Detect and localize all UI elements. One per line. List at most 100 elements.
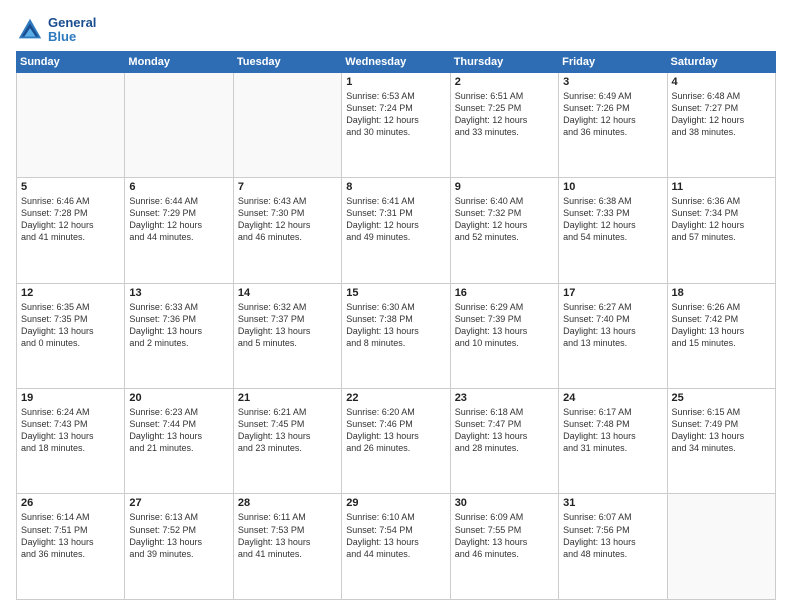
calendar-cell: 11Sunrise: 6:36 AM Sunset: 7:34 PM Dayli… bbox=[667, 178, 775, 283]
cell-info: Sunrise: 6:09 AM Sunset: 7:55 PM Dayligh… bbox=[455, 511, 554, 560]
calendar-cell: 20 Sunrise: 6:23 AM Sunset: 7:44 PM Dayli… bbox=[125, 389, 233, 494]
cell-info: Sunrise: 6:11 AM Sunset: 7:53 PM Dayligh… bbox=[238, 511, 337, 560]
cell-info: Sunrise: 6:14 AM Sunset: 7:51 PM Dayligh… bbox=[21, 511, 120, 560]
week-row-4: 19Sunrise: 6:24 AM Sunset: 7:43 PM Dayli… bbox=[17, 389, 776, 494]
cell-info: Sunrise: 6:10 AM Sunset: 7:54 PM Dayligh… bbox=[346, 511, 445, 560]
weekday-header-wednesday: Wednesday bbox=[342, 51, 450, 72]
logo: General Blue bbox=[16, 16, 96, 45]
weekday-header-monday: Monday bbox=[125, 51, 233, 72]
calendar-cell: 2Sunrise: 6:51 AM Sunset: 7:25 PM Daylig… bbox=[450, 72, 558, 177]
calendar-cell: 13 Sunrise: 6:33 AM Sunset: 7:36 PM Dayli… bbox=[125, 283, 233, 388]
page: General Blue SundayMondayTuesdayWednesda… bbox=[0, 0, 792, 612]
cell-info: Sunrise: 6:49 AM Sunset: 7:26 PM Dayligh… bbox=[563, 90, 662, 139]
day-number: 21 bbox=[238, 392, 337, 404]
cell-info: Sunrise: 6:35 AM Sunset: 7:35 PM Dayligh… bbox=[21, 301, 120, 350]
cell-info: Sunrise: 6:51 AM Sunset: 7:25 PM Dayligh… bbox=[455, 90, 554, 139]
calendar-cell: 4 Sunrise: 6:48 AM Sunset: 7:27 PM Daylig… bbox=[667, 72, 775, 177]
day-number: 30 bbox=[455, 497, 554, 509]
weekday-header-thursday: Thursday bbox=[450, 51, 558, 72]
calendar-cell: 23 Sunrise: 6:18 AM Sunset: 7:47 PM Dayli… bbox=[450, 389, 558, 494]
cell-info: Sunrise: 6:44 AM Sunset: 7:29 PM Dayligh… bbox=[129, 195, 228, 244]
cell-info: Sunrise: 6:13 AM Sunset: 7:52 PM Dayligh… bbox=[129, 511, 228, 560]
calendar-cell: 17 Sunrise: 6:27 AM Sunset: 7:40 PM Dayli… bbox=[559, 283, 667, 388]
day-number: 25 bbox=[672, 392, 771, 404]
day-number: 22 bbox=[346, 392, 445, 404]
cell-info: Sunrise: 6:41 AM Sunset: 7:31 PM Dayligh… bbox=[346, 195, 445, 244]
day-number: 19 bbox=[21, 392, 120, 404]
week-row-5: 26 Sunrise: 6:14 AM Sunset: 7:51 PM Dayli… bbox=[17, 494, 776, 600]
calendar-cell: 14Sunrise: 6:32 AM Sunset: 7:37 PM Dayli… bbox=[233, 283, 341, 388]
calendar-cell: 15Sunrise: 6:30 AM Sunset: 7:38 PM Dayli… bbox=[342, 283, 450, 388]
cell-info: Sunrise: 6:38 AM Sunset: 7:33 PM Dayligh… bbox=[563, 195, 662, 244]
calendar-cell: 19Sunrise: 6:24 AM Sunset: 7:43 PM Dayli… bbox=[17, 389, 125, 494]
weekday-header-row: SundayMondayTuesdayWednesdayThursdayFrid… bbox=[17, 51, 776, 72]
cell-info: Sunrise: 6:36 AM Sunset: 7:34 PM Dayligh… bbox=[672, 195, 771, 244]
cell-info: Sunrise: 6:18 AM Sunset: 7:47 PM Dayligh… bbox=[455, 406, 554, 455]
calendar-cell: 1 Sunrise: 6:53 AM Sunset: 7:24 PM Daylig… bbox=[342, 72, 450, 177]
day-number: 16 bbox=[455, 287, 554, 299]
cell-info: Sunrise: 6:46 AM Sunset: 7:28 PM Dayligh… bbox=[21, 195, 120, 244]
header: General Blue bbox=[16, 12, 776, 45]
cell-info: Sunrise: 6:23 AM Sunset: 7:44 PM Dayligh… bbox=[129, 406, 228, 455]
cell-info: Sunrise: 6:53 AM Sunset: 7:24 PM Dayligh… bbox=[346, 90, 445, 139]
calendar-cell: 16 Sunrise: 6:29 AM Sunset: 7:39 PM Dayli… bbox=[450, 283, 558, 388]
calendar-cell: 28 Sunrise: 6:11 AM Sunset: 7:53 PM Dayli… bbox=[233, 494, 341, 600]
day-number: 18 bbox=[672, 287, 771, 299]
day-number: 28 bbox=[238, 497, 337, 509]
calendar-cell bbox=[233, 72, 341, 177]
logo-text: General Blue bbox=[48, 16, 96, 45]
day-number: 23 bbox=[455, 392, 554, 404]
calendar-cell: 5 Sunrise: 6:46 AM Sunset: 7:28 PM Daylig… bbox=[17, 178, 125, 283]
cell-info: Sunrise: 6:15 AM Sunset: 7:49 PM Dayligh… bbox=[672, 406, 771, 455]
calendar-cell bbox=[17, 72, 125, 177]
calendar-cell: 25 Sunrise: 6:15 AM Sunset: 7:49 PM Dayli… bbox=[667, 389, 775, 494]
calendar-cell: 31 Sunrise: 6:07 AM Sunset: 7:56 PM Dayli… bbox=[559, 494, 667, 600]
weekday-header-sunday: Sunday bbox=[17, 51, 125, 72]
day-number: 24 bbox=[563, 392, 662, 404]
day-number: 6 bbox=[129, 181, 228, 193]
calendar-cell: 9Sunrise: 6:40 AM Sunset: 7:32 PM Daylig… bbox=[450, 178, 558, 283]
cell-info: Sunrise: 6:20 AM Sunset: 7:46 PM Dayligh… bbox=[346, 406, 445, 455]
calendar-cell bbox=[667, 494, 775, 600]
calendar-cell: 18Sunrise: 6:26 AM Sunset: 7:42 PM Dayli… bbox=[667, 283, 775, 388]
day-number: 9 bbox=[455, 181, 554, 193]
day-number: 31 bbox=[563, 497, 662, 509]
cell-info: Sunrise: 6:21 AM Sunset: 7:45 PM Dayligh… bbox=[238, 406, 337, 455]
cell-info: Sunrise: 6:43 AM Sunset: 7:30 PM Dayligh… bbox=[238, 195, 337, 244]
calendar-cell: 22 Sunrise: 6:20 AM Sunset: 7:46 PM Dayli… bbox=[342, 389, 450, 494]
calendar-cell: 21 Sunrise: 6:21 AM Sunset: 7:45 PM Dayli… bbox=[233, 389, 341, 494]
calendar-cell: 8 Sunrise: 6:41 AM Sunset: 7:31 PM Daylig… bbox=[342, 178, 450, 283]
calendar-cell: 3Sunrise: 6:49 AM Sunset: 7:26 PM Daylig… bbox=[559, 72, 667, 177]
cell-info: Sunrise: 6:32 AM Sunset: 7:37 PM Dayligh… bbox=[238, 301, 337, 350]
day-number: 29 bbox=[346, 497, 445, 509]
day-number: 13 bbox=[129, 287, 228, 299]
weekday-header-friday: Friday bbox=[559, 51, 667, 72]
day-number: 4 bbox=[672, 76, 771, 88]
day-number: 20 bbox=[129, 392, 228, 404]
cell-info: Sunrise: 6:48 AM Sunset: 7:27 PM Dayligh… bbox=[672, 90, 771, 139]
week-row-2: 5 Sunrise: 6:46 AM Sunset: 7:28 PM Daylig… bbox=[17, 178, 776, 283]
calendar-cell: 26 Sunrise: 6:14 AM Sunset: 7:51 PM Dayli… bbox=[17, 494, 125, 600]
cell-info: Sunrise: 6:17 AM Sunset: 7:48 PM Dayligh… bbox=[563, 406, 662, 455]
cell-info: Sunrise: 6:07 AM Sunset: 7:56 PM Dayligh… bbox=[563, 511, 662, 560]
week-row-3: 12Sunrise: 6:35 AM Sunset: 7:35 PM Dayli… bbox=[17, 283, 776, 388]
calendar-cell: 24 Sunrise: 6:17 AM Sunset: 7:48 PM Dayli… bbox=[559, 389, 667, 494]
logo-icon bbox=[16, 16, 44, 44]
weekday-header-saturday: Saturday bbox=[667, 51, 775, 72]
calendar-cell: 10Sunrise: 6:38 AM Sunset: 7:33 PM Dayli… bbox=[559, 178, 667, 283]
day-number: 26 bbox=[21, 497, 120, 509]
day-number: 8 bbox=[346, 181, 445, 193]
cell-info: Sunrise: 6:27 AM Sunset: 7:40 PM Dayligh… bbox=[563, 301, 662, 350]
day-number: 5 bbox=[21, 181, 120, 193]
calendar-cell: 29 Sunrise: 6:10 AM Sunset: 7:54 PM Dayli… bbox=[342, 494, 450, 600]
week-row-1: 1 Sunrise: 6:53 AM Sunset: 7:24 PM Daylig… bbox=[17, 72, 776, 177]
day-number: 7 bbox=[238, 181, 337, 193]
calendar-cell: 7 Sunrise: 6:43 AM Sunset: 7:30 PM Daylig… bbox=[233, 178, 341, 283]
calendar-cell: 6 Sunrise: 6:44 AM Sunset: 7:29 PM Daylig… bbox=[125, 178, 233, 283]
calendar-cell: 30 Sunrise: 6:09 AM Sunset: 7:55 PM Dayli… bbox=[450, 494, 558, 600]
day-number: 1 bbox=[346, 76, 445, 88]
cell-info: Sunrise: 6:29 AM Sunset: 7:39 PM Dayligh… bbox=[455, 301, 554, 350]
day-number: 27 bbox=[129, 497, 228, 509]
day-number: 17 bbox=[563, 287, 662, 299]
cell-info: Sunrise: 6:33 AM Sunset: 7:36 PM Dayligh… bbox=[129, 301, 228, 350]
